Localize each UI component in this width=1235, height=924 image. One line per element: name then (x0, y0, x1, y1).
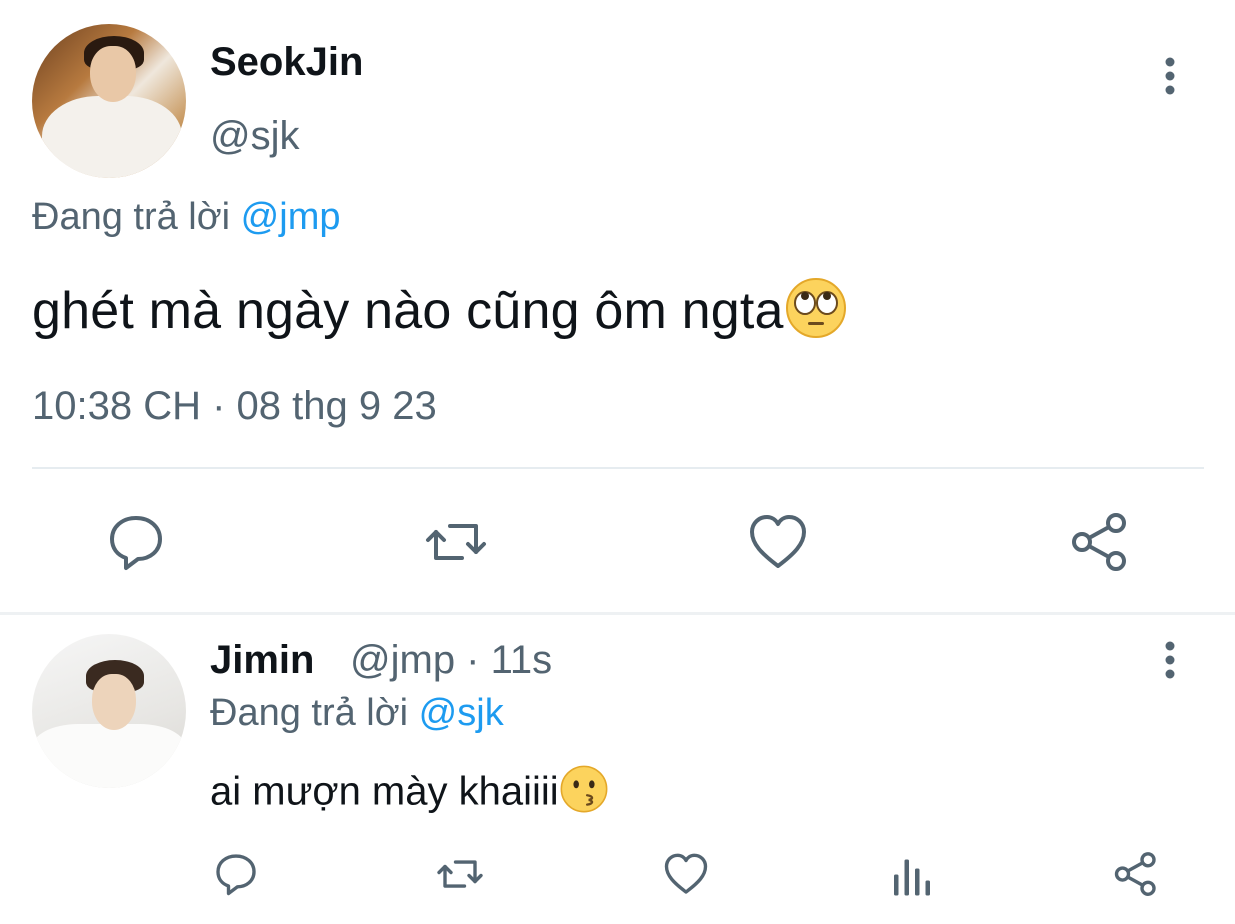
tweet-text-content: ai mượn mày khaiiii (210, 769, 559, 814)
retweet-icon[interactable] (436, 850, 484, 898)
replying-to-label: Đang trả lời (210, 692, 419, 734)
author-name[interactable]: Jimin (210, 638, 314, 683)
author-handle[interactable]: @sjk (210, 114, 300, 159)
author-name[interactable]: SeokJin (210, 40, 363, 85)
kissing-face-emoji-icon (559, 764, 609, 824)
replying-to-label: Đang trả lời (32, 196, 241, 238)
share-icon[interactable] (1068, 510, 1132, 574)
reply-icon[interactable] (212, 850, 260, 898)
author-handle-time[interactable]: @jmp · 11s (350, 638, 552, 683)
more-options-icon[interactable] (1152, 638, 1188, 682)
avatar[interactable] (32, 24, 186, 178)
replying-to-link[interactable]: @jmp (241, 196, 341, 238)
tweet-timestamp[interactable]: 10:38 CH · 08 thg 9 23 (32, 384, 437, 429)
tweet-text: ai mượn mày khaiiii (210, 764, 609, 824)
retweet-icon[interactable] (424, 510, 488, 574)
tweet-text-content: ghét mà ngày nào cũng ôm ngta (32, 282, 784, 341)
rolling-eyes-emoji-icon (784, 276, 848, 353)
replying-to: Đang trả lời @sjk (210, 692, 504, 735)
reply-icon[interactable] (104, 510, 168, 574)
tweet-text: ghét mà ngày nào cũng ôm ngta (32, 276, 848, 353)
share-icon[interactable] (1112, 850, 1160, 898)
like-icon[interactable] (662, 850, 710, 898)
section-separator (0, 612, 1235, 615)
replying-to-link[interactable]: @sjk (419, 692, 504, 734)
replying-to: Đang trả lời @jmp (32, 196, 340, 239)
like-icon[interactable] (746, 510, 810, 574)
avatar[interactable] (32, 634, 186, 788)
more-options-icon[interactable] (1152, 54, 1188, 98)
analytics-icon[interactable] (888, 852, 936, 900)
divider (32, 467, 1204, 469)
